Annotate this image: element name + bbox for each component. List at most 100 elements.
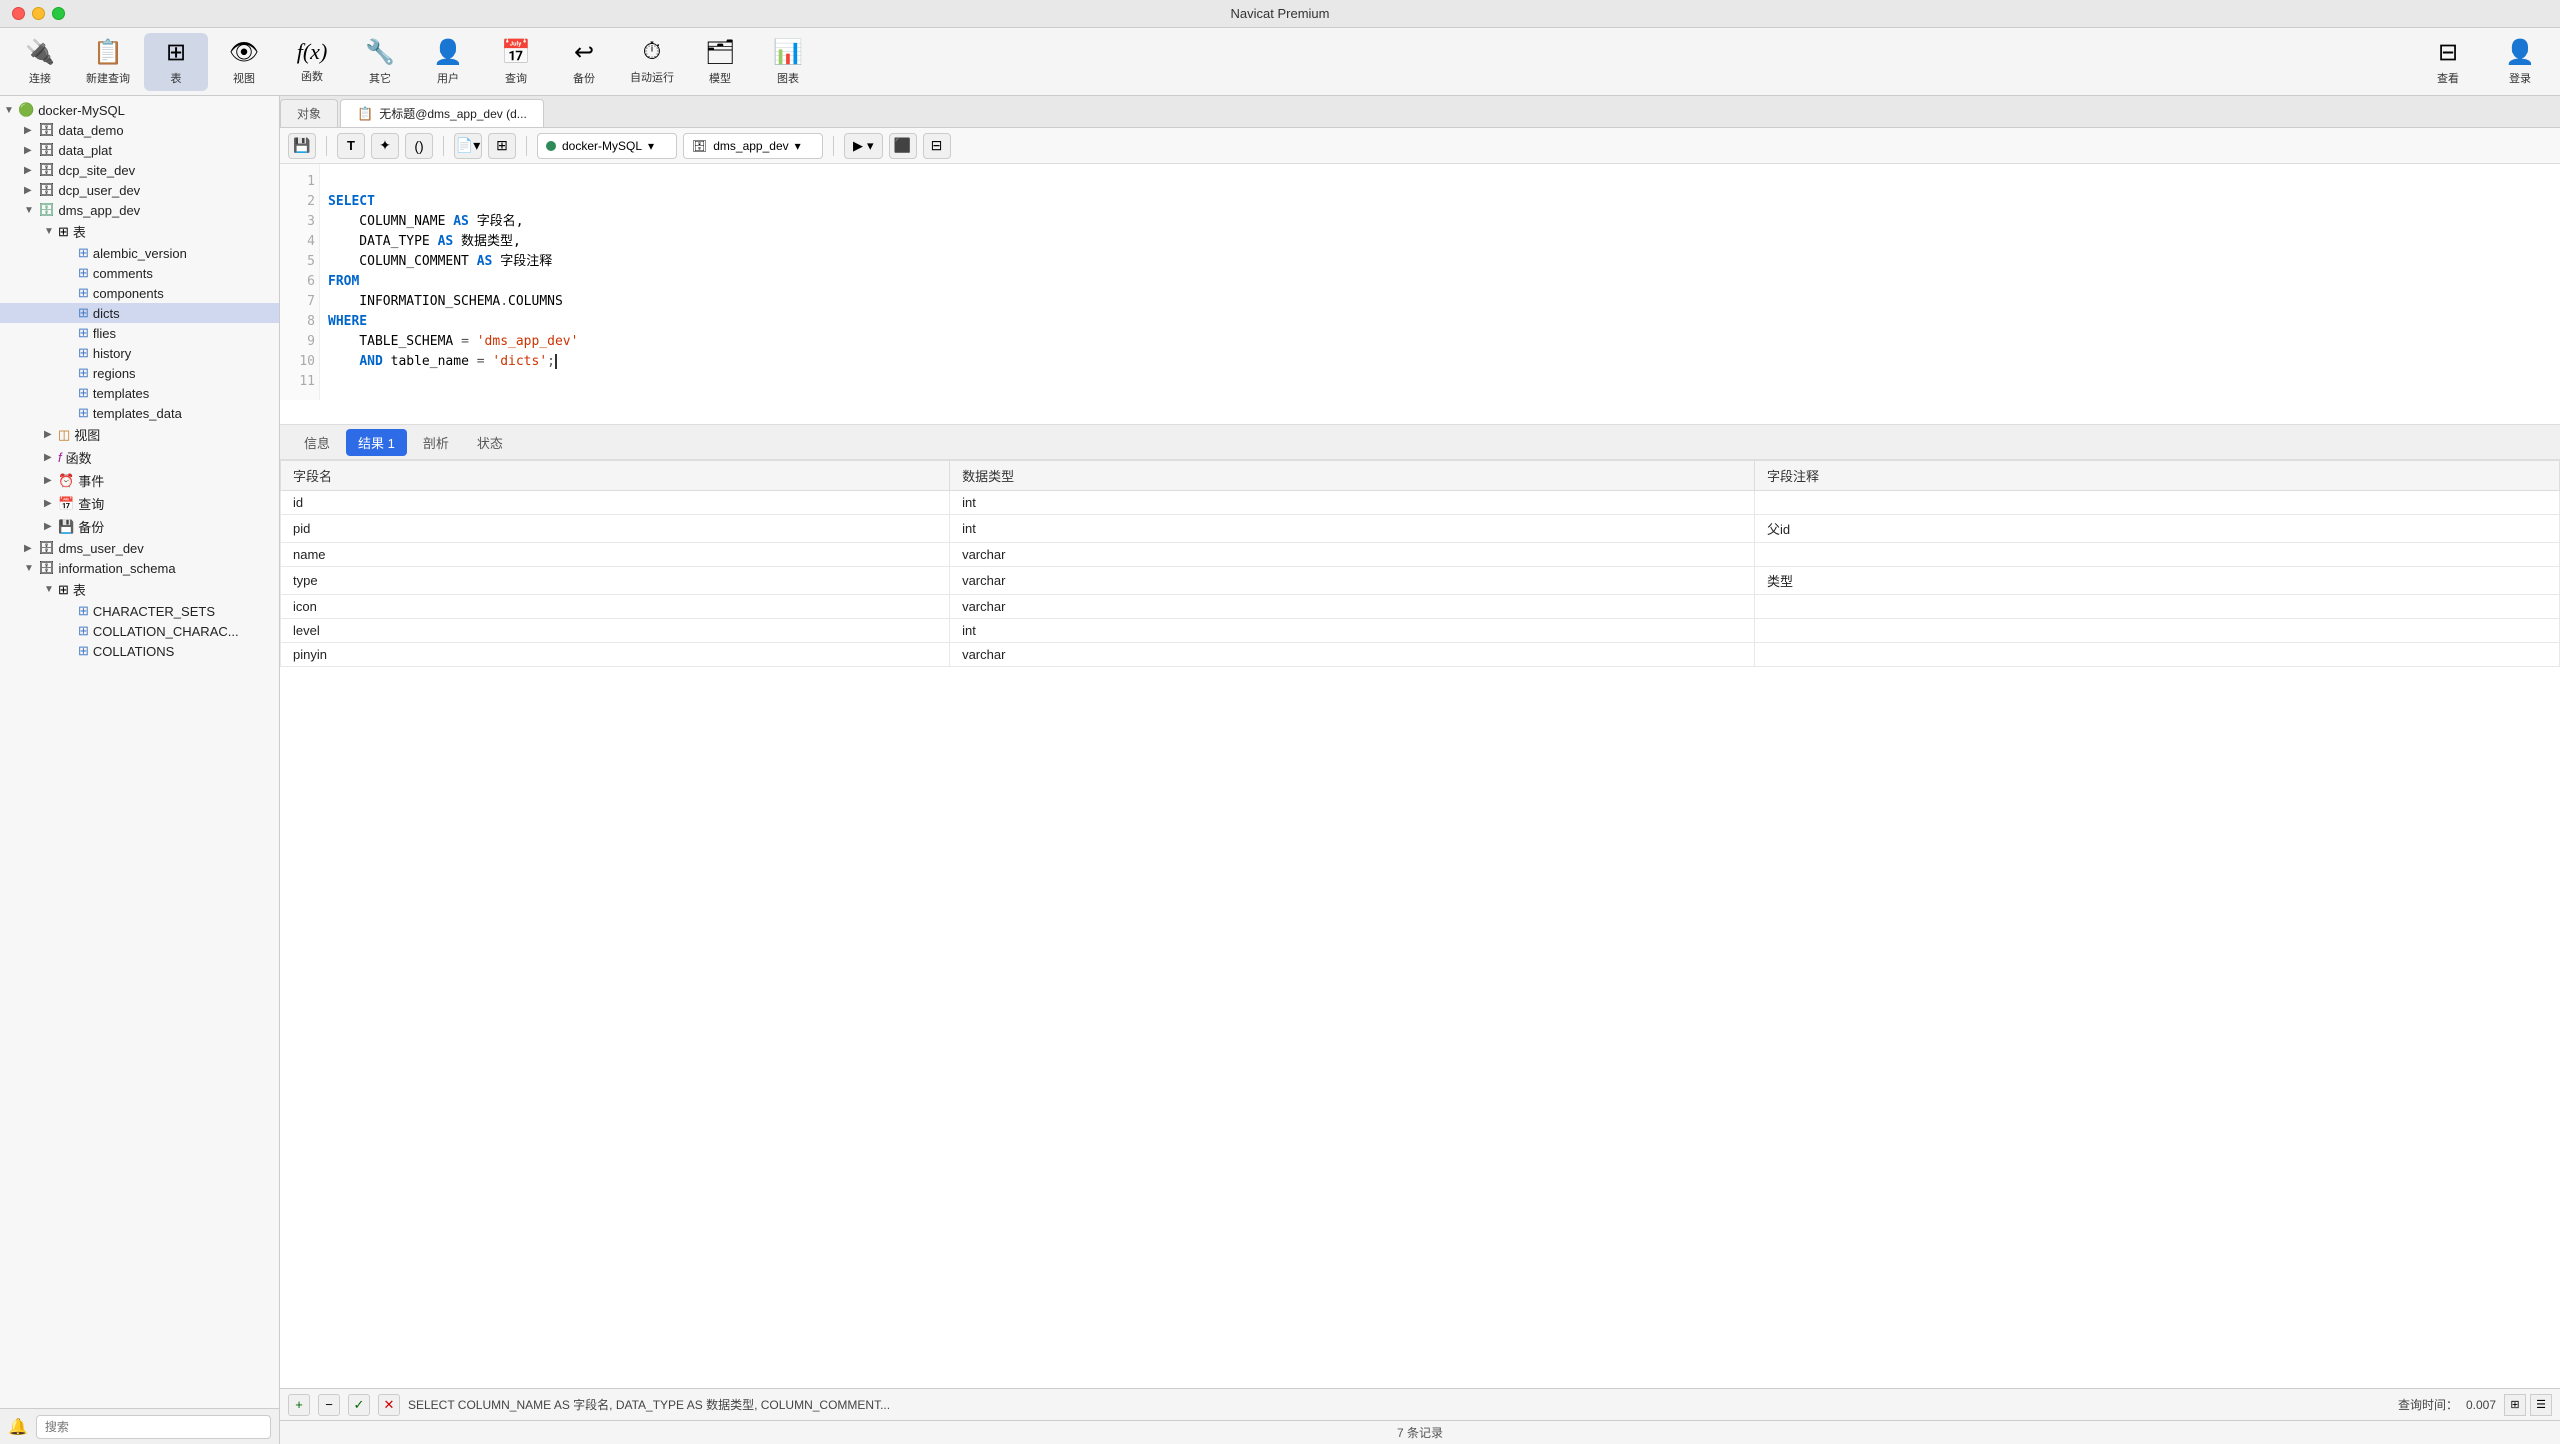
db-name-selector[interactable]: 🗄 dms_app_dev ▾ <box>683 133 823 159</box>
toolbar-login[interactable]: 👤 登录 <box>2488 33 2552 91</box>
sidebar-item-dcp-user-dev[interactable]: ▶ 🗄 dcp_user_dev <box>0 180 279 200</box>
sidebar-item-components[interactable]: ⊞ components <box>0 283 279 303</box>
beautify-button[interactable]: ✦ <box>371 133 399 159</box>
table-icon: ⊞ <box>78 345 89 361</box>
code-line-2: SELECT <box>328 192 2552 212</box>
toolbar-table[interactable]: ⊞ 表 <box>144 33 208 91</box>
table-row[interactable]: idint <box>281 491 2560 515</box>
tab-info[interactable]: 信息 <box>292 429 342 456</box>
sidebar-item-info-tables-group[interactable]: ▼ ⊞ 表 <box>0 578 279 601</box>
toolbar-function[interactable]: f(x) 函数 <box>280 33 344 91</box>
sidebar-item-events[interactable]: ▶ ⏰ 事件 <box>0 469 279 492</box>
sidebar-item-flies[interactable]: ⊞ flies <box>0 323 279 343</box>
result-table-wrap: 字段名 数据类型 字段注释 idintpidint父idnamevarchart… <box>280 460 2560 1388</box>
toolbar-other[interactable]: 🔧 其它 <box>348 33 412 91</box>
run-button[interactable]: ▶ ▾ <box>844 133 883 159</box>
add-record-button[interactable]: + <box>288 1394 310 1416</box>
db-name: dms_user_dev <box>59 541 144 556</box>
sidebar-item-character-sets[interactable]: ⊞ CHARACTER_SETS <box>0 601 279 621</box>
toolbar-layout[interactable]: ⊟ 查看 <box>2416 33 2480 91</box>
table-cell-type: int <box>950 491 1755 515</box>
sidebar-item-dms-app-dev[interactable]: ▼ 🗄 dms_app_dev <box>0 200 279 220</box>
content-area: 对象 📋 无标题@dms_app_dev (d... 💾 T ✦ () <box>280 96 2560 1444</box>
db-icon: 🗄 <box>38 162 55 178</box>
function-icon: f(x) <box>297 39 328 65</box>
table-row[interactable]: pidint父id <box>281 515 2560 543</box>
tab-object[interactable]: 对象 <box>280 99 338 127</box>
tab-status[interactable]: 状态 <box>465 429 515 456</box>
stop-button[interactable]: ⬛ <box>889 133 917 159</box>
db-icon: 🗄 <box>38 122 55 138</box>
list-view-button[interactable]: ☰ <box>2530 1394 2552 1416</box>
toolbar-schedule[interactable]: ⏱ 自动运行 <box>620 33 684 91</box>
sidebar-item-templates-data[interactable]: ⊞ templates_data <box>0 403 279 423</box>
schedule-icon: ⏱ <box>643 38 662 66</box>
query-time-value: 0.007 <box>2466 1398 2496 1412</box>
titlebar: Navicat Premium <box>0 0 2560 28</box>
sidebar-item-data-demo[interactable]: ▶ 🗄 data_demo <box>0 120 279 140</box>
sidebar-item-functions[interactable]: ▶ f 函数 <box>0 446 279 469</box>
sidebar-item-collation-charac[interactable]: ⊞ COLLATION_CHARAC... <box>0 621 279 641</box>
sidebar-item-alembic-version[interactable]: ⊞ alembic_version <box>0 243 279 263</box>
sidebar-item-dicts[interactable]: ⊞ dicts <box>0 303 279 323</box>
close-window-button[interactable] <box>12 7 25 20</box>
table-row[interactable]: pinyinvarchar <box>281 643 2560 667</box>
sidebar-item-tables-group[interactable]: ▼ ⊞ 表 <box>0 220 279 243</box>
layout-icon: ⊟ <box>2438 38 2458 67</box>
sidebar-item-collations[interactable]: ⊞ COLLATIONS <box>0 641 279 661</box>
other-label: 其它 <box>369 70 391 86</box>
fullscreen-window-button[interactable] <box>52 7 65 20</box>
other-icon: 🔧 <box>365 38 395 67</box>
save-button[interactable]: 💾 <box>288 133 316 159</box>
toolbar-user[interactable]: 👤 用户 <box>416 33 480 91</box>
confirm-button[interactable]: ✓ <box>348 1394 370 1416</box>
open-file-button[interactable]: 📄▾ <box>454 133 482 159</box>
chart-icon: 📊 <box>773 38 803 67</box>
grid-view-button[interactable]: ⊞ <box>2504 1394 2526 1416</box>
bracket-button[interactable]: () <box>405 133 433 159</box>
grid-button[interactable]: ⊞ <box>488 133 516 159</box>
table-row[interactable]: levelint <box>281 619 2560 643</box>
delete-record-button[interactable]: − <box>318 1394 340 1416</box>
toolbar-query[interactable]: 📅 查询 <box>484 33 548 91</box>
text-format-button[interactable]: T <box>337 133 365 159</box>
sidebar-item-dms-user-dev[interactable]: ▶ 🗄 dms_user_dev <box>0 538 279 558</box>
db-connection-selector[interactable]: docker-MySQL ▾ <box>537 133 677 159</box>
search-input[interactable] <box>36 1415 271 1439</box>
tab-result1[interactable]: 结果 1 <box>346 429 407 456</box>
toolbar-view[interactable]: 👁 视图 <box>212 33 276 91</box>
code-line-5: COLUMN_COMMENT AS 字段注释 <box>328 252 2552 272</box>
sidebar-item-regions[interactable]: ⊞ regions <box>0 363 279 383</box>
records-count: 7 条记录 <box>1397 1424 1443 1441</box>
toolbar-connect[interactable]: 🔌 连接 <box>8 33 72 91</box>
table-row[interactable]: namevarchar <box>281 543 2560 567</box>
sidebar-item-comments[interactable]: ⊞ comments <box>0 263 279 283</box>
sidebar-item-templates[interactable]: ⊞ templates <box>0 383 279 403</box>
sidebar-item-backup[interactable]: ▶ 💾 备份 <box>0 515 279 538</box>
table-cell-comment <box>1755 543 2560 567</box>
connection-name: docker-MySQL <box>38 103 125 118</box>
sidebar-item-docker-mysql[interactable]: ▼ 🟢 docker-MySQL <box>0 100 279 120</box>
toolbar-backup[interactable]: ↩ 备份 <box>552 33 616 91</box>
sidebar-item-history[interactable]: ⊞ history <box>0 343 279 363</box>
tab-query1[interactable]: 📋 无标题@dms_app_dev (d... <box>340 99 544 127</box>
toolbar-chart[interactable]: 📊 图表 <box>756 33 820 91</box>
new-query-icon: 📋 <box>93 38 123 67</box>
backup-label: 备份 <box>573 70 595 86</box>
table-row[interactable]: iconvarchar <box>281 595 2560 619</box>
sidebar-item-views[interactable]: ▶ ◫ 视图 <box>0 423 279 446</box>
toolbar-model[interactable]: 🗂 模型 <box>688 33 752 91</box>
group-name: 备份 <box>78 517 104 536</box>
sidebar-item-data-plat[interactable]: ▶ 🗄 data_plat <box>0 140 279 160</box>
explain-button[interactable]: ⊟ <box>923 133 951 159</box>
tab-profile[interactable]: 剖析 <box>411 429 461 456</box>
sidebar-item-information-schema[interactable]: ▼ 🗄 information_schema <box>0 558 279 578</box>
cancel-button[interactable]: ✕ <box>378 1394 400 1416</box>
sidebar-item-dcp-site-dev[interactable]: ▶ 🗄 dcp_site_dev <box>0 160 279 180</box>
editor-area[interactable]: 1 2 3 4 5 6 7 8 9 10 11 SELECT COLUMN_NA… <box>280 164 2560 424</box>
app-title: Navicat Premium <box>1231 6 1330 21</box>
toolbar-new-query[interactable]: 📋 新建查询 <box>76 33 140 91</box>
sidebar-item-queries[interactable]: ▶ 📅 查询 <box>0 492 279 515</box>
table-row[interactable]: typevarchar类型 <box>281 567 2560 595</box>
minimize-window-button[interactable] <box>32 7 45 20</box>
